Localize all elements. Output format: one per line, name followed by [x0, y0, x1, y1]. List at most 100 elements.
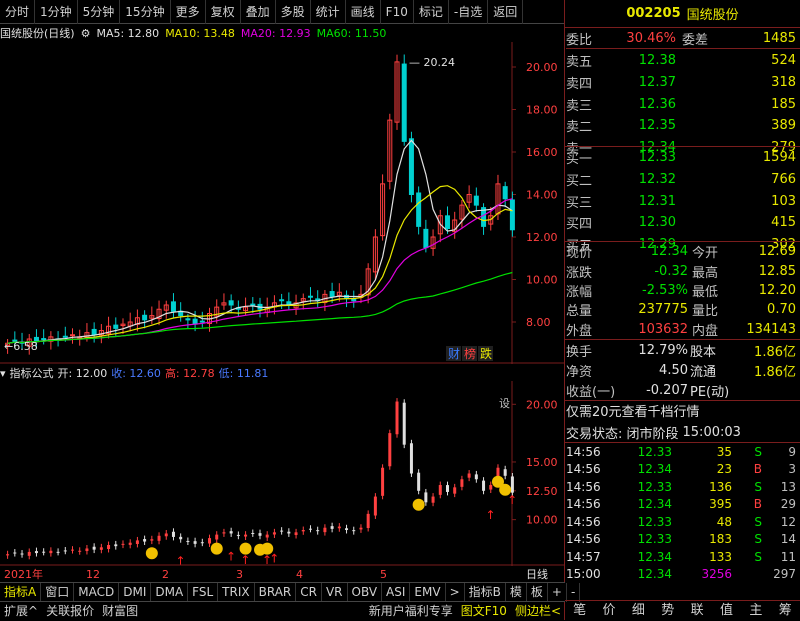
candlestick-chart[interactable]: 20.00 18.00 16.00 14.00 12.00 10.00 8.00 — 20.2…	[0, 42, 565, 364]
sub-bar-body	[366, 513, 370, 529]
toolbar-button-10[interactable]: F10	[381, 0, 414, 24]
sub-bar-body	[186, 540, 190, 542]
open-label: 开: 12.00	[57, 367, 108, 380]
ask-price: 12.37	[638, 75, 676, 91]
new-user-promo[interactable]: 新用户福利专享	[365, 602, 457, 621]
nav-tab-3[interactable]: 势	[653, 601, 682, 620]
badge-label: 榜	[464, 346, 476, 361]
toolbar-button-2[interactable]: 5分钟	[78, 0, 121, 24]
indicator-tab-8[interactable]: CR	[296, 582, 322, 602]
candle-body	[142, 314, 148, 321]
indicator-tab-3[interactable]: DMI	[119, 582, 152, 602]
sub-bar-body	[114, 544, 118, 547]
stat-label: 总量	[566, 304, 593, 320]
toolbar-button-5[interactable]: 复权	[206, 0, 241, 24]
stat-label: 今开	[692, 246, 719, 262]
nav-tab-0[interactable]: 笔	[565, 601, 594, 620]
indicator-tabs: 指标A 窗口 MACD DMI DMA FSL TRIX BRAR CR VR OBV ASI EMV >…	[0, 582, 581, 602]
indicator-tab-18[interactable]: -	[567, 582, 581, 602]
nav-tab-1[interactable]: 价	[594, 601, 623, 620]
ask-row: 卖二 12.35 389	[566, 115, 800, 137]
stat-value: 12.85	[758, 263, 796, 279]
sub-bar-body	[56, 551, 60, 553]
nav-tab-2[interactable]: 细	[624, 601, 653, 620]
sub-bar-body	[381, 467, 385, 496]
indicator-tab-12[interactable]: EMV	[410, 582, 446, 602]
bid-row: 买一 12.33 1594	[566, 147, 800, 169]
toolbar-button-13[interactable]: 返回	[488, 0, 524, 24]
candle-body	[199, 320, 205, 323]
indicator-tab-10[interactable]: OBV	[348, 582, 383, 602]
toolbar-button-0[interactable]: 分时	[0, 0, 36, 24]
indicator-tab-5[interactable]: FSL	[188, 582, 219, 602]
candle-body	[192, 318, 198, 325]
toolbar-button-11[interactable]: 标记	[414, 0, 449, 24]
buy-arrow-icon: ↑	[269, 552, 279, 566]
trade-volume: 3256	[701, 567, 732, 582]
indicator-tab-9[interactable]: VR	[322, 582, 348, 602]
sub-bar-body	[474, 474, 478, 480]
bid-volume: 103	[771, 193, 796, 209]
indicator-tab-0[interactable]: 指标A	[0, 582, 42, 602]
wealth-map-button[interactable]: 财富图	[98, 602, 142, 621]
main-chart-title: 国统股份(日线) ⚙ MA5: 12.80 MA10: 13.48 MA20: …	[0, 24, 392, 42]
nav-tab-4[interactable]: 联	[683, 601, 712, 620]
buy-arrow-icon: ↑	[226, 549, 236, 563]
trade-count: 14	[780, 532, 796, 547]
indicator-tab-7[interactable]: BRAR	[255, 582, 297, 602]
indicator-tab-17[interactable]: +	[548, 582, 567, 602]
sidebar-toggle[interactable]: 侧边栏<	[511, 602, 565, 621]
toolbar-button-4[interactable]: 更多	[171, 0, 206, 24]
f10-button[interactable]: 图文F10	[457, 602, 511, 621]
x-axis-label: 2	[162, 568, 169, 581]
stat-row: 外盘 103632 内盘 134143	[566, 320, 800, 339]
toolbar-button-3[interactable]: 15分钟	[120, 0, 171, 24]
bid-book: 买一 12.33 1594 买二 12.32 766 买三 12.31 103 买四 12.30 41…	[566, 147, 800, 255]
indicator-tab-16[interactable]: 板	[527, 582, 548, 602]
sub-bar-body	[13, 552, 17, 554]
nav-tab-5[interactable]: 值	[712, 601, 741, 620]
indicator-tab-4[interactable]: DMA	[151, 582, 189, 602]
indicator-arrow-icon[interactable]: ▾	[0, 367, 6, 380]
trade-row: 15:00 12.34 3256 297	[566, 566, 800, 584]
toolbar-button-8[interactable]: 统计	[311, 0, 346, 24]
stat2-value: -0.207	[646, 382, 688, 398]
indicator-chart[interactable]: 20.0015.0012.5010.00设↑ ↑ ↑ ↑↑↑↑	[0, 381, 565, 566]
stat2-value: 4.50	[659, 362, 688, 378]
toolbar-button-9[interactable]: 画线	[346, 0, 381, 24]
promo-text[interactable]: 仅需20元查看千档行情	[566, 400, 800, 422]
stat-label: 最高	[692, 265, 719, 281]
sub-bar-body	[417, 472, 421, 491]
nav-tab-6[interactable]: 主	[741, 601, 770, 620]
indicator-tab-1[interactable]: 窗口	[41, 582, 75, 602]
sub-bar-body	[316, 530, 320, 532]
trade-direction: B	[753, 462, 762, 477]
high-label: 高: 12.78	[164, 367, 215, 380]
indicator-tab-15[interactable]: 模	[506, 582, 527, 602]
settings-gear-icon[interactable]: ⚙	[81, 27, 91, 40]
candle-body	[423, 228, 429, 249]
toolbar-button-12[interactable]: -自选	[449, 0, 489, 24]
stat2-row: 收益(一) -0.207 PE(动)	[566, 380, 800, 400]
sub-bar-body	[345, 528, 349, 531]
indicator-tab-6[interactable]: TRIX	[218, 582, 255, 602]
toolbar-button-7[interactable]: 多股	[276, 0, 311, 24]
indicator-tab-13[interactable]: >	[446, 582, 465, 602]
candle-body	[250, 303, 256, 306]
stat-label: 量比	[692, 304, 719, 320]
stat2-label: 流通	[690, 364, 717, 380]
trade-volume: 48	[716, 514, 732, 529]
sub-bar-body	[179, 536, 183, 540]
trade-time: 14:56	[566, 514, 601, 529]
sub-bar-body	[482, 480, 486, 491]
nav-tab-7[interactable]: 筹	[771, 601, 800, 620]
indicator-tab-11[interactable]: ASI	[382, 582, 411, 602]
toolbar-button-1[interactable]: 1分钟	[35, 0, 78, 24]
stock-header: 002205 国统股份	[565, 0, 800, 28]
x-axis-label: 12	[86, 568, 100, 581]
expand-button[interactable]: 扩展^	[0, 602, 42, 621]
related-quote-button[interactable]: 关联报价	[42, 602, 98, 621]
indicator-tab-2[interactable]: MACD	[74, 582, 120, 602]
indicator-tab-14[interactable]: 指标B	[465, 582, 506, 602]
toolbar-button-6[interactable]: 叠加	[241, 0, 276, 24]
